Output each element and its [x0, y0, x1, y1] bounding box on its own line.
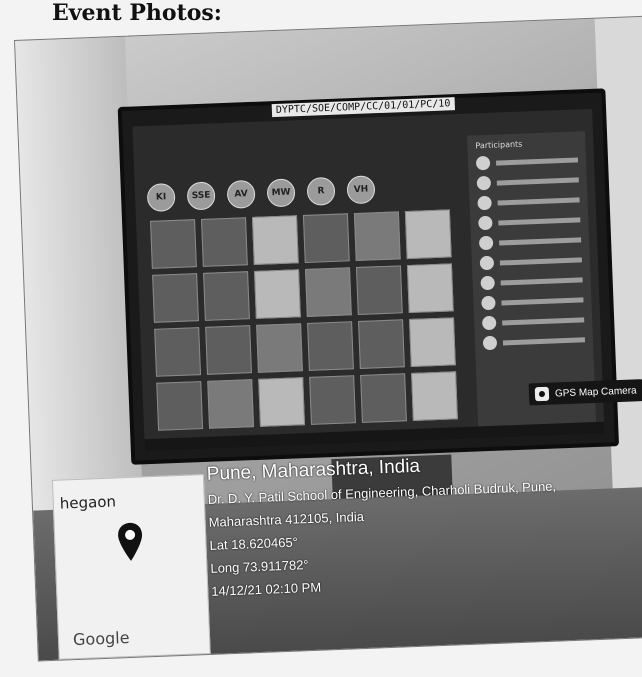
participant-row: [481, 292, 584, 311]
video-tile: [309, 375, 356, 425]
geotag-datetime: 14/12/21 02:10 PM: [211, 579, 322, 599]
google-logo: Google: [72, 628, 130, 650]
video-grid: [150, 209, 458, 431]
avatar: SSE: [186, 181, 216, 211]
participant-row: [476, 172, 579, 191]
video-tile: [358, 319, 405, 369]
video-tile: [406, 263, 454, 314]
participant-row: [479, 252, 582, 271]
video-tile: [411, 371, 458, 421]
video-tile: [205, 325, 252, 375]
video-tile: [302, 213, 350, 264]
video-tile: [254, 269, 301, 319]
event-photo: DYPTC/SOE/COMP/CC/01/01/PC/10 KI SSE AV …: [14, 15, 642, 662]
avatar: AV: [226, 179, 256, 209]
participant-row: [475, 152, 579, 171]
video-tile: [152, 273, 199, 323]
camera-app-tag: GPS Map Camera: [528, 379, 642, 406]
map-thumbnail: hegaon Google: [51, 474, 211, 660]
avatar-row: KI SSE AV MW R VH: [146, 175, 376, 212]
map-place-label: hegaon: [59, 492, 117, 513]
avatar: R: [306, 176, 336, 206]
video-tile: [307, 321, 354, 371]
participant-row: [477, 192, 580, 211]
camera-app-label: GPS Map Camera: [554, 384, 637, 399]
video-tile: [409, 317, 456, 368]
map-pin-icon: [117, 521, 145, 566]
video-tile: [251, 215, 299, 265]
participants-title: Participants: [475, 139, 523, 151]
participant-row: [480, 272, 583, 291]
video-tile: [256, 323, 303, 373]
video-tile: [201, 217, 248, 267]
participant-row: [478, 232, 582, 251]
monitor: DYPTC/SOE/COMP/CC/01/01/PC/10 KI SSE AV …: [117, 88, 620, 465]
video-tile: [353, 211, 401, 262]
video-tile: [150, 219, 197, 269]
camera-icon: [534, 386, 550, 402]
participant-row: [482, 332, 586, 351]
video-tile: [305, 267, 352, 317]
video-tile: [355, 265, 403, 316]
avatar: MW: [266, 178, 296, 208]
video-tile: [404, 209, 452, 260]
avatar: VH: [346, 175, 376, 205]
video-tile: [154, 327, 202, 377]
video-tile: [207, 379, 255, 429]
video-tile: [258, 377, 305, 427]
participant-row: [478, 212, 581, 231]
video-tile: [156, 381, 204, 431]
participant-row: [481, 312, 585, 331]
page-heading: Event Photos:: [52, 0, 222, 26]
geotag-overlay: Pune, Maharashtra, India Dr. D. Y. Patil…: [206, 451, 560, 607]
avatar: KI: [146, 182, 176, 212]
video-tile: [203, 271, 250, 321]
video-tile: [360, 373, 407, 423]
monitor-asset-label: DYPTC/SOE/COMP/CC/01/01/PC/10: [271, 97, 455, 118]
